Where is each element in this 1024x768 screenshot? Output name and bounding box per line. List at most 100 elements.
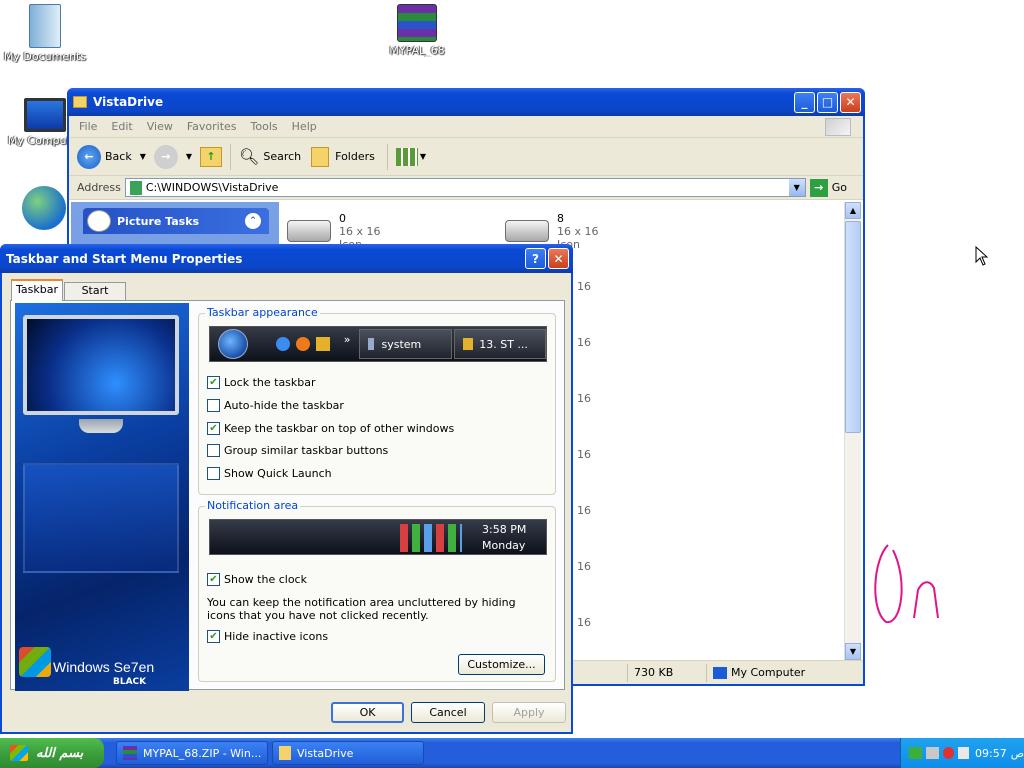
file-size-label: 16 [577, 448, 591, 461]
notification-area-group: Notification area 3:58 PM Monday ✔ Show t… [198, 499, 556, 682]
file-size-label: 16 [577, 392, 591, 405]
taskbar-button-mypal[interactable]: MYPAL_68.ZIP - Win... [116, 741, 268, 765]
address-bar: Address C:\WINDOWS\VistaDrive ▼ → Go [69, 176, 863, 200]
show-clock-checkbox[interactable]: ✔ Show the clock [207, 573, 307, 586]
preview-task-st: 13. ST ... [454, 329, 546, 359]
file-size-label: 16 [577, 336, 591, 349]
views-dropdown-icon[interactable]: ▼ [420, 152, 426, 161]
branding-text: Windows Se7en [53, 659, 155, 675]
tab-start-menu[interactable]: Start Menu [64, 282, 126, 313]
clock[interactable]: 09:57 [975, 747, 1007, 760]
search-button-label[interactable]: Search [263, 150, 301, 163]
back-button-label[interactable]: Back [105, 150, 132, 163]
customize-button[interactable]: Customize... [458, 654, 545, 675]
desktop-icon-my-documents[interactable]: My Documents [0, 4, 90, 63]
scroll-down-button[interactable]: ▼ [845, 643, 861, 660]
windows-logo-icon [19, 647, 51, 677]
explorer-title: VistaDrive [93, 95, 164, 109]
folder-icon [29, 4, 61, 48]
cancel-button[interactable]: Cancel [411, 702, 485, 723]
close-button[interactable]: ✕ [548, 248, 569, 269]
minimize-button[interactable]: _ [794, 91, 815, 113]
taskbar-button-vistadrive[interactable]: VistaDrive [272, 741, 424, 765]
winrar-archive-icon [397, 4, 437, 42]
taskbar: بسم الله MYPAL_68.ZIP - Win... VistaDriv… [0, 738, 1024, 768]
file-size-label: 16 [577, 504, 591, 517]
status-location: My Computer [731, 666, 806, 679]
file-size-label: 16 [577, 280, 591, 293]
maximize-button[interactable]: □ [817, 91, 838, 113]
menu-help[interactable]: Help [292, 120, 317, 133]
quick-launch-checkbox[interactable]: Show Quick Launch [207, 467, 332, 480]
scroll-up-button[interactable]: ▲ [845, 202, 861, 219]
network-globe-icon[interactable] [22, 186, 66, 230]
auto-hide-checkbox[interactable]: Auto-hide the taskbar [207, 399, 344, 412]
system-tray: 09:57 ص [900, 738, 1024, 768]
file-size-label: 16 [577, 560, 591, 573]
toolbar: ← Back ▼ → ▼ ↑ 🔍︎ Search Folders ▼ [69, 138, 863, 176]
menu-tools[interactable]: Tools [251, 120, 278, 133]
preview-task-system: system [358, 329, 453, 359]
ok-button[interactable]: OK [331, 702, 404, 723]
printer-tray-icon[interactable] [925, 747, 939, 759]
volume-tray-icon[interactable] [957, 747, 969, 759]
forward-arrow-icon[interactable]: → [153, 144, 178, 169]
back-dropdown-icon[interactable]: ▼ [140, 152, 146, 161]
menu-view[interactable]: View [147, 120, 173, 133]
folder-icon [129, 180, 142, 195]
back-arrow-icon[interactable]: ← [77, 144, 101, 169]
hide-inactive-checkbox[interactable]: ✔ Hide inactive icons [207, 630, 328, 643]
go-arrow-icon[interactable]: → [809, 178, 828, 197]
branding-subtext: BLACK [113, 677, 147, 687]
clock-ampm: ص [1010, 746, 1024, 760]
menu-file[interactable]: File [79, 120, 97, 133]
search-icon[interactable]: 🔍︎ [239, 147, 259, 166]
taskbar-appearance-group: Taskbar appearance » system 13. ST ... ✔… [198, 306, 556, 495]
address-dropdown-icon[interactable]: ▼ [788, 179, 805, 196]
windows-flag-icon [10, 745, 28, 761]
taskbar-properties-dialog[interactable]: Taskbar and Start Menu Properties ? ✕ Ta… [0, 244, 573, 734]
group-buttons-checkbox[interactable]: Group similar taskbar buttons [207, 444, 388, 457]
address-value: C:\WINDOWS\VistaDrive [145, 181, 279, 194]
menu-favorites[interactable]: Favorites [187, 120, 237, 133]
windows-seven-branding-image: Windows Se7en BLACK [15, 303, 189, 691]
collapse-icon[interactable]: ⌃ [245, 213, 261, 229]
close-button[interactable]: ✕ [840, 91, 861, 113]
file-size-label: 16 [577, 616, 591, 629]
tab-taskbar[interactable]: Taskbar [11, 279, 63, 301]
network-tray-icon[interactable] [909, 747, 922, 759]
mouse-cursor-icon [975, 246, 989, 266]
folders-button-label[interactable]: Folders [335, 150, 375, 163]
forward-dropdown-icon[interactable]: ▼ [186, 152, 192, 161]
drive-icon [505, 220, 549, 242]
status-size: 730 KB [634, 666, 674, 679]
views-icon[interactable] [395, 147, 418, 166]
picture-tasks-header[interactable]: Picture Tasks ⌃ [83, 208, 269, 234]
notification-preview: 3:58 PM Monday [209, 519, 547, 555]
go-button-label[interactable]: Go [832, 181, 847, 194]
winamp-icon [315, 337, 330, 351]
address-input[interactable]: C:\WINDOWS\VistaDrive ▼ [124, 178, 806, 197]
folders-icon[interactable] [311, 146, 330, 167]
tab-panel: Windows Se7en BLACK Taskbar appearance »… [10, 300, 565, 691]
menu-edit[interactable]: Edit [111, 120, 132, 133]
up-folder-icon[interactable]: ↑ [200, 146, 223, 167]
dialog-titlebar[interactable]: Taskbar and Start Menu Properties ? ✕ [0, 244, 573, 273]
desktop-icon-mypal[interactable]: MYPAL_68 [372, 4, 462, 57]
monitor-illustration [23, 315, 179, 415]
dialog-title: Taskbar and Start Menu Properties [6, 251, 243, 266]
keep-on-top-checkbox[interactable]: ✔ Keep the taskbar on top of other window… [207, 422, 454, 435]
start-button[interactable]: بسم الله [0, 738, 104, 768]
address-label: Address [77, 181, 121, 194]
error-tray-icon[interactable] [942, 747, 954, 759]
help-button[interactable]: ? [525, 248, 546, 269]
ie-icon [275, 337, 290, 351]
explorer-titlebar[interactable]: VistaDrive _ □ ✕ [67, 88, 865, 116]
start-orb-icon [218, 329, 248, 359]
windows-flag-icon [825, 117, 851, 136]
apply-button[interactable]: Apply [492, 702, 566, 723]
scroll-thumb[interactable] [845, 221, 861, 433]
lock-taskbar-checkbox[interactable]: ✔ Lock the taskbar [207, 376, 316, 389]
vertical-scrollbar[interactable]: ▲ ▼ [844, 202, 861, 660]
menu-bar: File Edit View Favorites Tools Help [69, 116, 863, 138]
